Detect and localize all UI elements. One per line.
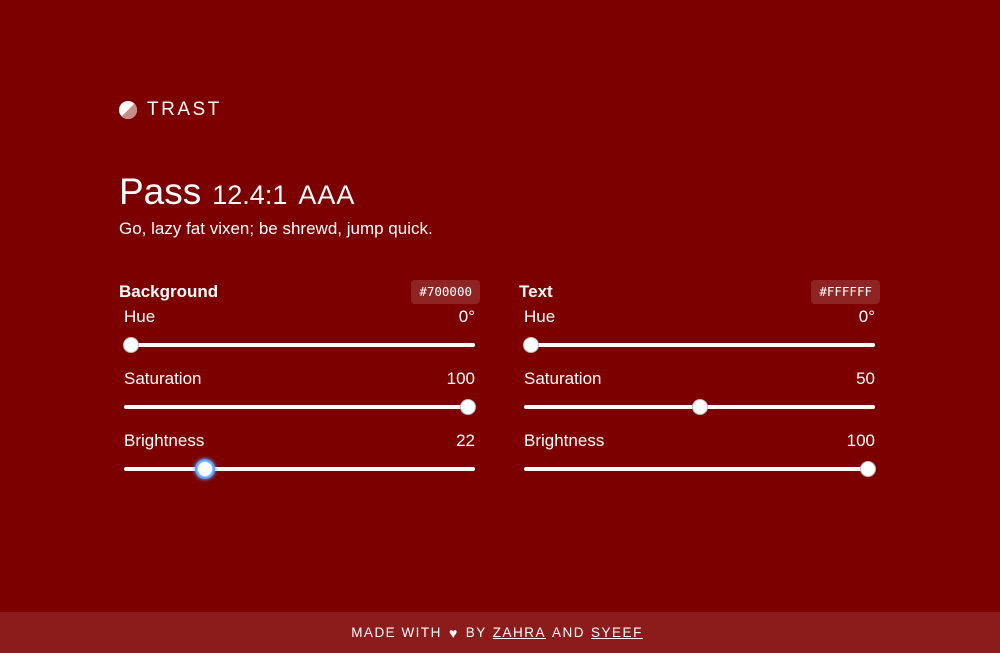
author-link-zahra[interactable]: ZAHRA [493, 625, 546, 640]
text-panel: Text #FFFFFF Hue 0° Saturation 50 Bright… [519, 279, 880, 491]
background-brightness-thumb[interactable] [197, 461, 214, 477]
app-page: TRAST Pass 12.4:1 AAA Go, lazy fat vixen… [0, 0, 1000, 653]
background-hex-badge[interactable]: #700000 [411, 280, 480, 304]
background-saturation-value: 100 [446, 369, 475, 388]
background-hue-value: 0° [458, 307, 475, 326]
footer-by: BY [465, 625, 487, 640]
text-title: Text [519, 282, 553, 301]
background-brightness-slider[interactable] [124, 461, 475, 477]
contrast-result: Pass 12.4:1 AAA Go, lazy fat vixen; be s… [119, 170, 433, 240]
text-saturation-label: Saturation [524, 369, 602, 388]
text-saturation-thumb[interactable] [691, 399, 708, 415]
wcag-level: AAA [298, 180, 356, 210]
text-brightness-value: 100 [846, 431, 875, 450]
text-hue-value: 0° [858, 307, 875, 326]
background-brightness-label: Brightness [124, 431, 205, 450]
background-hue-label: Hue [124, 307, 156, 326]
text-saturation-slider[interactable] [524, 399, 875, 415]
text-saturation-control: Saturation 50 [524, 367, 875, 429]
background-saturation-slider[interactable] [124, 399, 476, 415]
background-hue-slider[interactable] [123, 337, 475, 353]
brand-name: TRAST [147, 99, 222, 120]
text-hue-slider[interactable] [523, 337, 875, 353]
text-hue-label: Hue [524, 307, 556, 326]
background-hue-control: Hue 0° [123, 305, 475, 367]
heart-icon: ♥ [448, 624, 459, 641]
text-hex-badge[interactable]: #FFFFFF [811, 280, 880, 304]
contrast-ratio: 12.4:1 [212, 180, 288, 210]
text-brightness-slider[interactable] [524, 461, 876, 477]
background-title: Background [119, 282, 219, 301]
contrast-circle-icon [119, 101, 137, 119]
text-brightness-control: Brightness 100 [524, 429, 876, 491]
sample-text: Go, lazy fat vixen; be shrewd, jump quic… [119, 219, 433, 238]
author-link-syeef[interactable]: SYEEF [591, 625, 643, 640]
background-hue-thumb[interactable] [123, 337, 139, 353]
footer-and: AND [552, 625, 586, 640]
text-brightness-label: Brightness [524, 431, 605, 450]
text-hue-control: Hue 0° [523, 305, 875, 367]
background-brightness-control: Brightness 22 [124, 429, 475, 491]
footer-made-with: MADE WITH [351, 625, 442, 640]
background-saturation-thumb[interactable] [460, 399, 476, 415]
background-panel: Background #700000 Hue 0° Saturation 100… [119, 279, 480, 491]
footer: MADE WITH ♥ BY ZAHRA AND SYEEF [0, 612, 1000, 653]
text-brightness-thumb[interactable] [860, 461, 876, 477]
background-brightness-value: 22 [456, 431, 475, 450]
background-saturation-control: Saturation 100 [124, 367, 476, 429]
verdict: Pass [119, 171, 202, 212]
brand[interactable]: TRAST [119, 99, 222, 121]
text-hue-thumb[interactable] [523, 337, 539, 353]
background-saturation-label: Saturation [124, 369, 202, 388]
text-saturation-value: 50 [856, 369, 875, 388]
